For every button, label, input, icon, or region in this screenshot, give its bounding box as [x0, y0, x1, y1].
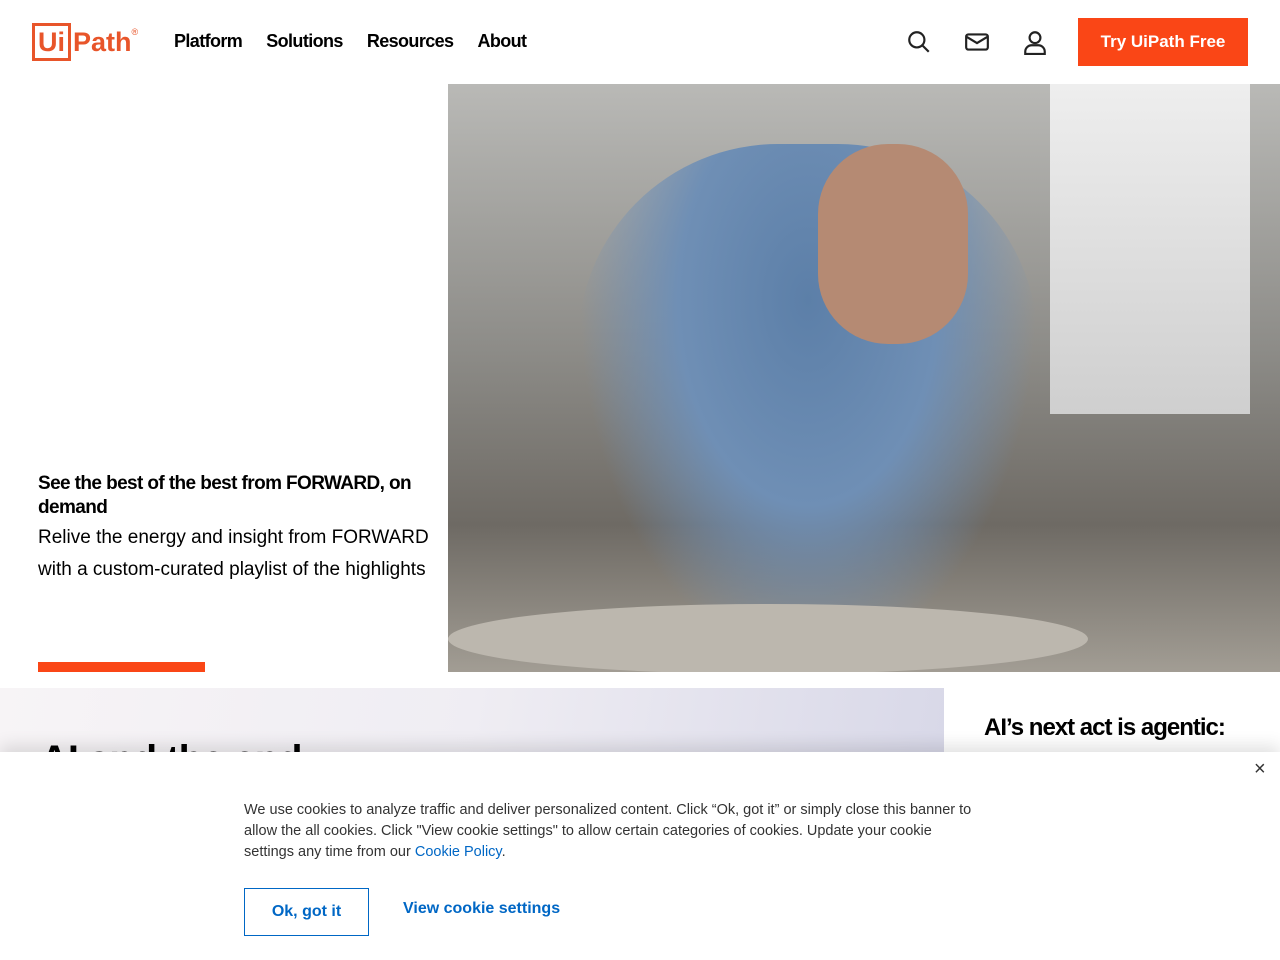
cookie-text: We use cookies to analyze traffic and de… [244, 802, 972, 860]
user-icon[interactable] [1022, 29, 1048, 55]
ok-got-it-button[interactable]: Ok, got it [244, 888, 369, 936]
uipath-logo[interactable]: Ui Path ® [32, 23, 138, 61]
site-header: Ui Path ® Platform Solutions Resources Abo… [0, 0, 1280, 84]
mail-icon[interactable] [964, 29, 990, 55]
cookie-policy-link[interactable]: Cookie Policy [415, 844, 502, 860]
nav-resources[interactable]: Resources [367, 31, 454, 52]
nav-platform[interactable]: Platform [174, 31, 243, 52]
progress-bar [38, 662, 205, 672]
try-free-button[interactable]: Try UiPath Free [1078, 18, 1248, 66]
hero-title: See the best of the best from FORWARD, o… [38, 473, 412, 518]
nav-about[interactable]: About [477, 31, 527, 52]
view-cookie-settings-link[interactable]: View cookie settings [403, 900, 560, 918]
cookie-banner: × We use cookies to analyze traffic and … [0, 752, 1280, 960]
main-nav: Platform Solutions Resources About [174, 31, 527, 52]
card-title[interactable]: AI’s next act is agentic: [984, 714, 1226, 742]
hero-description: Relive the energy and insight from FORWA… [38, 527, 429, 580]
hero-text: See the best of the best from FORWARD, o… [38, 472, 438, 586]
nav-solutions[interactable]: Solutions [266, 31, 343, 52]
hero-image [448, 84, 1280, 672]
close-icon[interactable]: × [1254, 758, 1266, 781]
search-icon[interactable] [906, 29, 932, 55]
